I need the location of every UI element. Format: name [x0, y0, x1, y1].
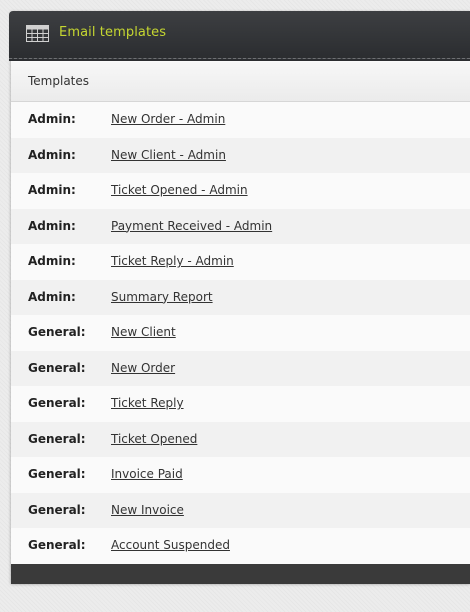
template-category-label: General: — [28, 360, 86, 375]
templates-subheader: Templates — [11, 62, 470, 102]
template-category-label: Admin: — [28, 289, 76, 304]
list-item: General: Ticket Reply — [11, 386, 470, 422]
list-item: Admin: Ticket Reply - Admin — [11, 244, 470, 280]
list-item: General: Ticket Opened — [11, 421, 470, 457]
templates-list: Admin: New Order - Admin Admin: New Clie… — [11, 102, 470, 564]
panel-title: Email templates — [59, 25, 167, 40]
list-item: Admin: Payment Received - Admin — [11, 208, 470, 244]
list-item: General: New Client — [11, 315, 470, 351]
panel-header: Email templates — [9, 11, 470, 61]
template-category-label: General: — [28, 325, 86, 339]
template-link[interactable]: New Order - Admin — [111, 112, 225, 126]
list-item: Admin: Summary Report — [11, 279, 470, 315]
list-item: Admin: New Order - Admin — [11, 102, 470, 138]
grid-table-icon — [26, 25, 49, 42]
list-item: Admin: New Client - Admin — [11, 137, 470, 173]
template-category-label: General: — [28, 396, 86, 410]
template-link[interactable]: Ticket Reply - Admin — [111, 254, 234, 268]
template-link[interactable]: Payment Received - Admin — [111, 219, 272, 233]
panel-footer — [11, 564, 470, 584]
template-link[interactable]: Invoice Paid — [111, 467, 183, 481]
template-category-label: Admin: — [28, 218, 76, 233]
template-link[interactable]: Ticket Opened - Admin — [111, 183, 248, 197]
template-category-label: General: — [28, 538, 86, 552]
template-link[interactable]: Summary Report — [111, 290, 213, 304]
template-link[interactable]: New Invoice — [111, 503, 184, 517]
list-item: General: New Order — [11, 350, 470, 386]
template-category-label: Admin: — [28, 254, 76, 268]
template-category-label: General: — [28, 431, 86, 446]
template-link[interactable]: New Order — [111, 361, 175, 375]
list-item: Admin: Ticket Opened - Admin — [11, 173, 470, 209]
template-category-label: General: — [28, 467, 86, 481]
template-category-label: Admin: — [28, 183, 76, 197]
template-link[interactable]: New Client - Admin — [111, 148, 226, 162]
list-item: General: Account Suspended — [11, 528, 470, 564]
template-link[interactable]: Account Suspended — [111, 538, 230, 552]
template-link[interactable]: Ticket Reply — [111, 396, 184, 410]
list-item: General: New Invoice — [11, 492, 470, 528]
subheader-title: Templates — [28, 74, 90, 88]
template-category-label: Admin: — [28, 147, 76, 162]
template-link[interactable]: Ticket Opened — [111, 432, 197, 446]
list-item: General: Invoice Paid — [11, 457, 470, 493]
template-category-label: Admin: — [28, 112, 76, 126]
template-category-label: General: — [28, 502, 86, 517]
template-link[interactable]: New Client — [111, 325, 176, 339]
email-templates-panel: Email templates Templates Admin: New Ord… — [9, 11, 470, 584]
